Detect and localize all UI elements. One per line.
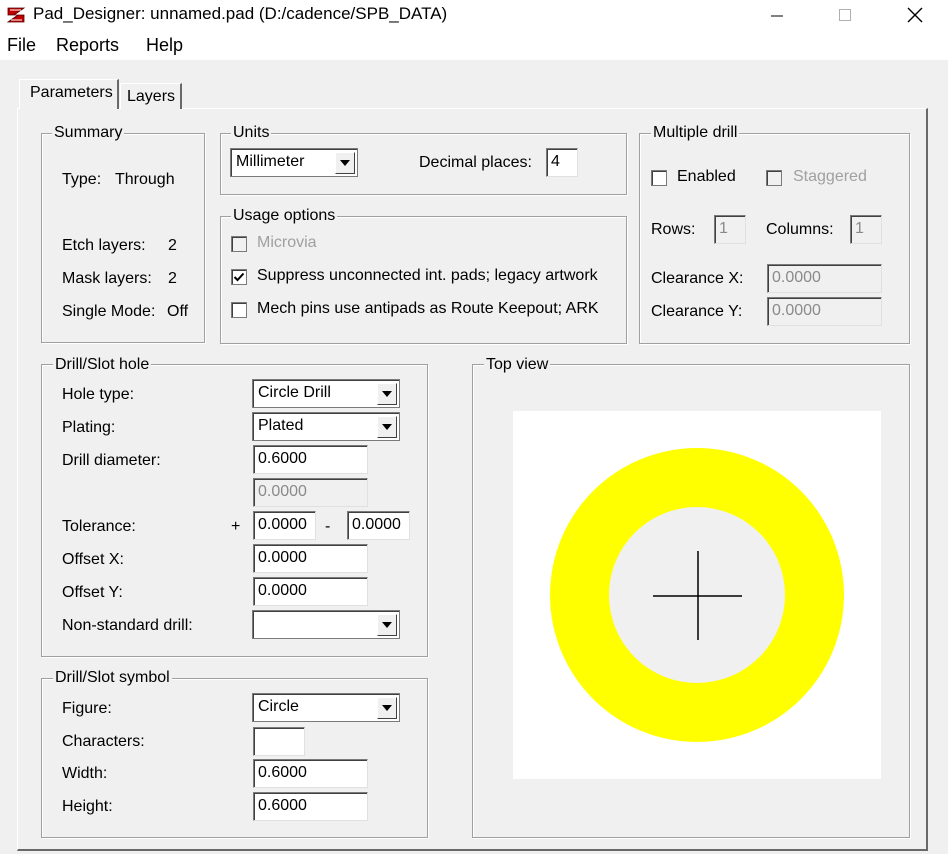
minimize-icon: [771, 15, 783, 17]
menu-reports[interactable]: Reports: [56, 35, 119, 56]
menu-bar: [0, 30, 948, 60]
summary-legend: Summary: [52, 124, 125, 142]
tolerance-plus-sign: +: [231, 518, 241, 535]
figure-value: Circle: [258, 698, 299, 715]
units-select-value: Millimeter: [236, 153, 305, 170]
non-standard-drill-select[interactable]: [252, 610, 400, 639]
units-legend: Units: [231, 124, 272, 142]
clearance-x-label: Clearance X:: [651, 270, 744, 287]
decimal-places-label: Decimal places:: [419, 154, 532, 171]
width-input[interactable]: 0.6000: [253, 759, 368, 788]
clearance-y-input[interactable]: 0.0000: [767, 297, 882, 326]
clearance-y-label: Clearance Y:: [651, 303, 743, 320]
mask-layers-label: Mask layers:: [62, 270, 152, 287]
minimize-button[interactable]: [754, 0, 800, 30]
characters-input[interactable]: [253, 727, 305, 756]
microvia-label: Microvia: [257, 234, 317, 251]
etch-layers-label: Etch layers:: [62, 237, 146, 254]
chevron-down-icon[interactable]: [335, 152, 355, 174]
app-icon: [6, 7, 26, 23]
units-select[interactable]: Millimeter: [230, 148, 358, 177]
rows-label: Rows:: [651, 221, 696, 238]
figure-label: Figure:: [62, 700, 112, 717]
drill-slot-hole-legend: Drill/Slot hole: [53, 356, 152, 374]
offset-x-label: Offset X:: [62, 551, 124, 568]
tolerance-minus-input[interactable]: 0.0000: [347, 511, 410, 540]
tab-parameters[interactable]: Parameters: [19, 79, 119, 109]
mech-pins-label: Mech pins use antipads as Route Keepout;…: [257, 300, 599, 317]
top-view-canvas: [513, 411, 881, 779]
hole-type-label: Hole type:: [62, 386, 135, 403]
hole-type-select[interactable]: Circle Drill: [252, 379, 400, 408]
plating-select[interactable]: Plated: [252, 412, 400, 441]
close-button[interactable]: [892, 0, 938, 30]
chevron-down-icon[interactable]: [377, 614, 397, 636]
height-label: Height:: [62, 798, 113, 815]
checkmark-icon: [233, 272, 245, 282]
width-label: Width:: [62, 765, 108, 782]
tab-layers[interactable]: Layers: [120, 83, 182, 109]
type-value: Through: [115, 171, 175, 188]
maximize-button[interactable]: [822, 0, 868, 30]
enabled-label: Enabled: [677, 168, 736, 185]
drill-diameter-input[interactable]: 0.6000: [253, 445, 368, 474]
offset-x-input[interactable]: 0.0000: [253, 544, 368, 573]
plating-label: Plating:: [62, 419, 116, 436]
drill-slot-symbol-legend: Drill/Slot symbol: [53, 669, 172, 687]
figure-select[interactable]: Circle: [252, 693, 400, 722]
drill-diameter-label: Drill diameter:: [62, 452, 161, 469]
window-title: Pad_Designer: unnamed.pad (D:/cadence/SP…: [33, 4, 448, 23]
tolerance-plus-input[interactable]: 0.0000: [253, 511, 316, 540]
chevron-down-icon[interactable]: [377, 383, 397, 405]
menu-help[interactable]: Help: [146, 35, 183, 56]
offset-y-input[interactable]: 0.0000: [253, 577, 368, 606]
staggered-label: Staggered: [793, 168, 867, 185]
maximize-icon: [839, 9, 851, 21]
single-mode-value: Off: [167, 303, 189, 320]
etch-layers-value: 2: [168, 237, 177, 254]
type-label: Type:: [62, 171, 102, 188]
staggered-checkbox[interactable]: [766, 170, 782, 186]
clearance-x-input[interactable]: 0.0000: [767, 264, 882, 293]
menu-file[interactable]: File: [7, 35, 36, 56]
characters-label: Characters:: [62, 733, 145, 750]
tolerance-minus-sign: -: [325, 518, 331, 535]
rows-input[interactable]: 1: [714, 215, 746, 244]
hole-type-value: Circle Drill: [258, 384, 331, 401]
offset-y-label: Offset Y:: [62, 584, 123, 601]
suppress-label: Suppress unconnected int. pads; legacy a…: [257, 267, 598, 284]
single-mode-label: Single Mode:: [62, 303, 156, 320]
height-input[interactable]: 0.6000: [253, 792, 368, 821]
columns-input[interactable]: 1: [850, 215, 882, 244]
mech-pins-checkbox[interactable]: [231, 302, 247, 318]
drill-hole: [609, 507, 785, 683]
non-standard-drill-label: Non-standard drill:: [62, 617, 193, 634]
multiple-drill-legend: Multiple drill: [651, 124, 740, 142]
enabled-checkbox[interactable]: [651, 170, 667, 186]
columns-label: Columns:: [766, 221, 834, 238]
chevron-down-icon[interactable]: [377, 697, 397, 719]
top-view-legend: Top view: [484, 356, 551, 374]
drill-diameter-secondary-input[interactable]: 0.0000: [253, 478, 368, 507]
decimal-places-input[interactable]: 4: [546, 148, 578, 177]
plating-value: Plated: [258, 417, 304, 434]
microvia-checkbox[interactable]: [231, 236, 247, 252]
usage-options-legend: Usage options: [231, 207, 338, 225]
mask-layers-value: 2: [168, 270, 177, 287]
close-icon: [907, 7, 923, 23]
chevron-down-icon[interactable]: [377, 416, 397, 438]
tolerance-label: Tolerance:: [62, 518, 136, 535]
suppress-checkbox[interactable]: [231, 269, 247, 285]
title-bar: Pad_Designer: unnamed.pad (D:/cadence/SP…: [0, 0, 948, 30]
